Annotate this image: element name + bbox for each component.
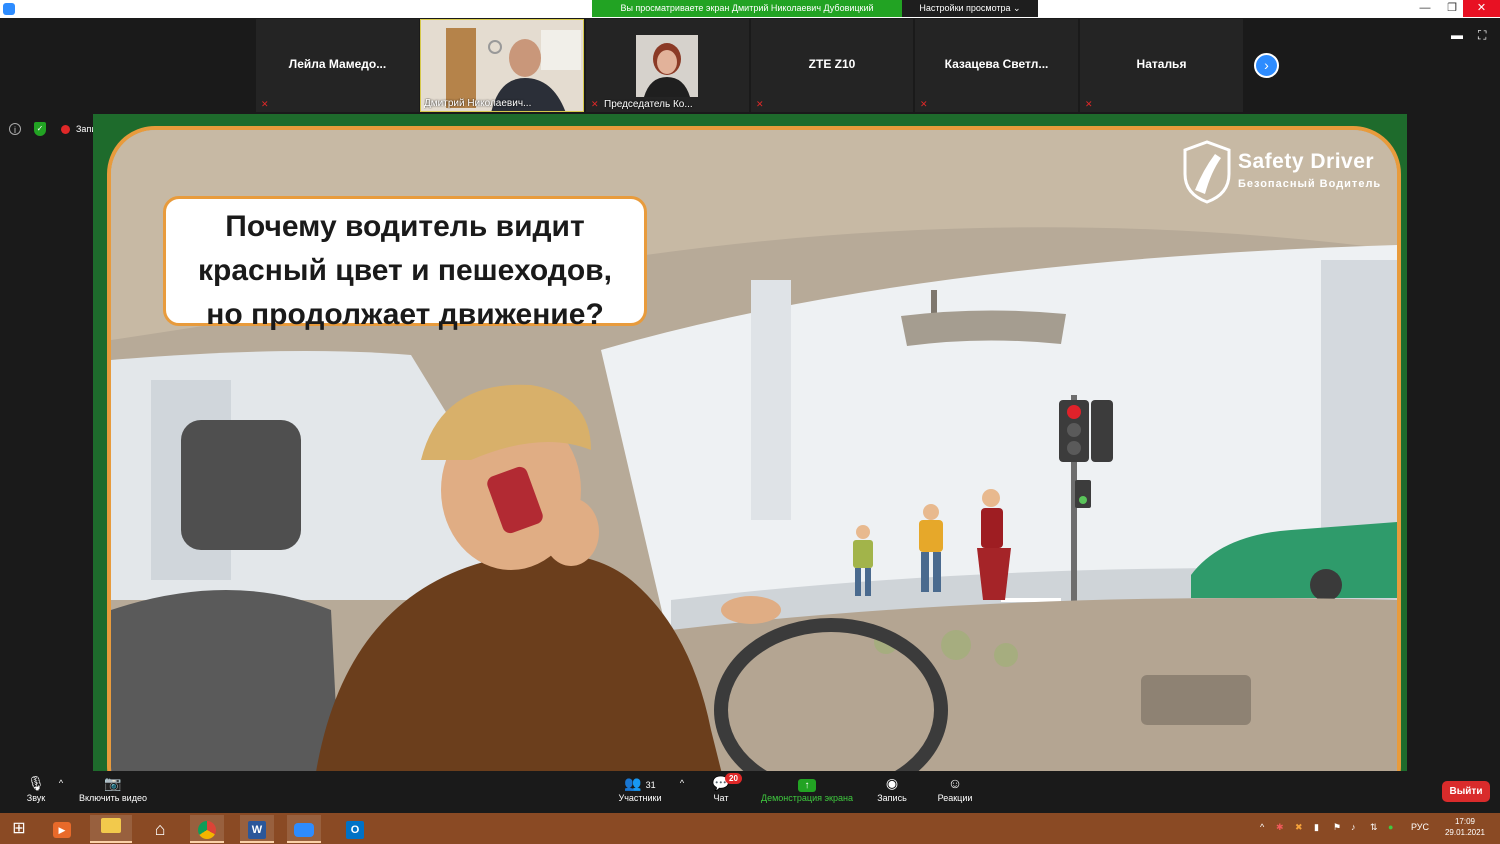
participant-name: Лейла Мамедо... (288, 57, 387, 71)
volume-icon[interactable]: ♪ (1351, 822, 1356, 832)
audio-button[interactable]: 🎙 Звук (18, 773, 54, 803)
tray-app-icon[interactable]: ✱ (1276, 822, 1284, 833)
share-screen-button[interactable]: ↑ Демонстрация экрана (752, 773, 862, 803)
shield-logo-icon (1183, 140, 1231, 204)
chat-badge: 20 (725, 773, 742, 784)
network-icon[interactable]: ⇅ (1370, 822, 1378, 833)
home-icon[interactable]: ⌂ (143, 815, 177, 843)
record-button[interactable]: ◉ Запись (872, 773, 912, 803)
participant-tile-2[interactable]: Дмитрий Николаевич... (420, 19, 584, 112)
chrome-icon[interactable] (190, 815, 224, 843)
minimize-button[interactable]: — (1410, 0, 1440, 17)
video-label: Включить видео (79, 793, 147, 803)
share-screen-label: Демонстрация экрана (761, 793, 853, 803)
mic-muted-icon: ✕ (591, 99, 599, 109)
participant-tile-1[interactable]: Лейла Мамедо... ✕ (256, 19, 419, 112)
screen-share-banner: Вы просматриваете экран Дмитрий Николаев… (592, 0, 902, 17)
taskbar-clock[interactable]: 17:09 29.01.2021 (1440, 816, 1490, 838)
participants-label: Участники (618, 793, 662, 803)
slide-question: Почему водитель видит красный цвет и пеш… (163, 196, 647, 331)
mic-muted-icon: ✕ (920, 99, 928, 109)
participants-button[interactable]: 👥 31 Участники (608, 773, 672, 803)
share-screen-icon: ↑ (752, 773, 862, 793)
participants-count: 31 (645, 780, 656, 790)
logo-subtitle: Безопасный Водитель (1238, 178, 1382, 190)
logo-title: Safety Driver (1238, 150, 1375, 173)
participant-name: ZTE Z10 (808, 57, 856, 71)
participant-name: Наталья (1136, 57, 1187, 71)
tray-expand-icon[interactable]: ^ (1260, 822, 1264, 832)
mic-muted-icon: ✕ (1085, 99, 1093, 109)
gallery-view-icon[interactable]: ▬ (1451, 28, 1463, 42)
network-signal-icon[interactable]: ▮ (1314, 822, 1319, 833)
record-label: Запись (877, 793, 907, 803)
participant-tile-3[interactable]: ✕ Председатель Ко... (586, 19, 749, 112)
participant-name: Дмитрий Николаевич... (424, 98, 532, 109)
audio-options-chevron-icon[interactable]: ^ (56, 778, 66, 788)
file-explorer-icon[interactable] (90, 815, 132, 843)
participants-options-chevron-icon[interactable]: ^ (677, 778, 687, 788)
windows-taskbar (0, 813, 1500, 844)
fullscreen-icon[interactable]: ⛶ (1478, 28, 1486, 43)
next-page-arrow-icon[interactable]: › (1254, 53, 1279, 78)
record-icon: ◉ (885, 775, 899, 791)
check-status-icon[interactable]: ● (1388, 822, 1393, 832)
encryption-shield-icon[interactable]: ✓ (34, 122, 46, 136)
clock-date: 29.01.2021 (1444, 828, 1486, 837)
media-player-icon[interactable]: ▶ (45, 815, 79, 843)
start-video-button[interactable]: 📷 Включить видео (72, 773, 154, 803)
participant-tile-4[interactable]: ZTE Z10 ✕ (751, 19, 913, 112)
recording-dot-icon (61, 125, 70, 134)
reactions-label: Реакции (937, 793, 973, 803)
zoom-logo-icon (3, 3, 15, 15)
participants-icon: 👥 31 (624, 775, 656, 791)
audio-label: Звук (26, 793, 46, 803)
info-icon[interactable]: i (9, 123, 21, 135)
reactions-button[interactable]: ☺ Реакции (932, 773, 978, 803)
chat-label: Чат (713, 793, 729, 803)
participant-tile-6[interactable]: Наталья ✕ (1080, 19, 1243, 112)
video-off-icon: 📷 (104, 775, 122, 791)
meeting-toolbar (0, 771, 1500, 813)
mic-muted-icon: ✕ (261, 99, 269, 109)
safety-driver-logo: Safety Driver Безопасный Водитель (1181, 140, 1397, 204)
leave-button[interactable]: Выйти (1442, 781, 1490, 802)
flag-icon[interactable]: ⚑ (1333, 822, 1341, 833)
clock-time: 17:09 (1454, 817, 1476, 826)
participant-name: Председатель Ко... (604, 99, 693, 110)
microphone-icon: 🎙 (27, 775, 45, 791)
view-options-dropdown[interactable]: Настройки просмотра ⌄ (902, 0, 1038, 17)
slide-frame: Почему водитель видит красный цвет и пеш… (107, 126, 1401, 771)
word-icon[interactable]: W (240, 815, 274, 843)
language-indicator[interactable]: РУС (1411, 822, 1429, 832)
participant-video (636, 35, 698, 97)
shared-screen: Почему водитель видит красный цвет и пеш… (93, 114, 1407, 771)
close-button[interactable]: ✕ (1463, 0, 1500, 17)
reactions-icon: ☺ (947, 775, 963, 791)
participant-tile-5[interactable]: Казацева Светл... ✕ (915, 19, 1078, 112)
mic-muted-icon: ✕ (756, 99, 764, 109)
tray-security-icon[interactable]: ✖ (1295, 822, 1303, 833)
participant-name: Казацева Светл... (944, 57, 1049, 71)
start-menu-icon[interactable]: ⊞ (2, 815, 36, 843)
outlook-icon[interactable]: O (338, 815, 372, 843)
zoom-app-icon[interactable] (287, 815, 321, 843)
